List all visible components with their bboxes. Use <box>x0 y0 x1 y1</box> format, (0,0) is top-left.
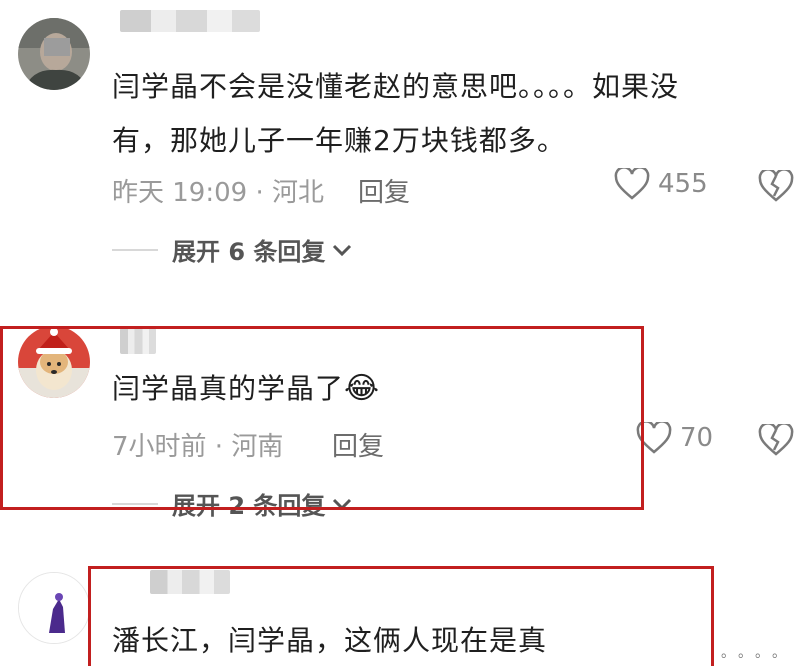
expand-replies-button[interactable]: 展开 6 条回复 <box>112 232 353 267</box>
avatar[interactable] <box>18 18 90 90</box>
user-avatar-icon <box>19 573 89 643</box>
highlight-box <box>0 326 644 510</box>
reply-button[interactable]: 回复 <box>358 172 410 209</box>
username-blurred <box>120 10 260 32</box>
comment-item: 闫学晶不会是没懂老赵的意思吧。。。。如果没 有，那她儿子一年赚2万块钱都多。 昨… <box>0 0 804 290</box>
broken-heart-icon <box>758 422 794 456</box>
divider-line <box>112 248 158 251</box>
like-count: 455 <box>658 169 708 199</box>
chevron-down-icon <box>333 244 352 256</box>
heart-icon <box>614 168 650 200</box>
comment-text: 闫学晶不会是没懂老赵的意思吧。。。。如果没 有，那她儿子一年赚2万块钱都多。 <box>112 60 679 168</box>
dislike-button[interactable] <box>758 422 794 460</box>
comment-text-line: 闫学晶不会是没懂老赵的意思吧。。。。如果没 <box>112 70 680 103</box>
avatar[interactable] <box>18 572 90 644</box>
like-button[interactable]: 455 <box>614 168 708 200</box>
like-count: 70 <box>680 423 714 453</box>
expand-replies-label: 展开 6 条回复 <box>172 238 326 266</box>
highlight-box <box>88 566 714 666</box>
like-button[interactable]: 70 <box>636 422 713 454</box>
comment-text-line: 有，那她儿子一年赚2万块钱都多。 <box>112 124 566 157</box>
dislike-button[interactable] <box>758 168 794 206</box>
comment-meta: 昨天 19:09 · 河北 <box>112 178 324 208</box>
watermark: 。。。。 <box>721 645 796 661</box>
user-avatar-icon <box>18 18 90 90</box>
broken-heart-icon <box>758 168 794 202</box>
